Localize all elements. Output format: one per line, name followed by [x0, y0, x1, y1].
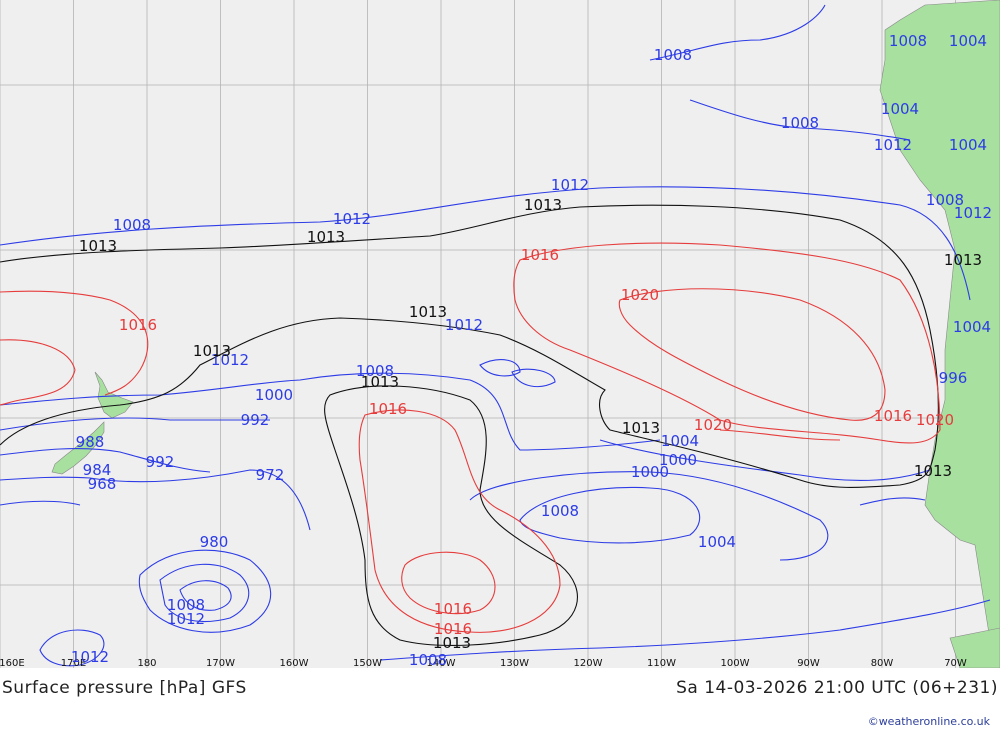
isobar-label-blue: 1004 — [949, 32, 987, 50]
lon-tick-label: 180 — [137, 658, 156, 668]
isobar-label-blue: 1012 — [167, 610, 205, 628]
isobar-label-blue: 988 — [76, 433, 105, 451]
lon-tick-label: 80W — [871, 658, 894, 668]
ocean-background — [0, 0, 1000, 668]
isobar-label-blue: 1004 — [661, 432, 699, 450]
lon-tick-label: 150W — [353, 658, 382, 668]
lon-tick-label: 170W — [206, 658, 235, 668]
isobar-label-black: 1013 — [409, 303, 447, 321]
isobar-label-blue: 968 — [88, 475, 117, 493]
isobar-label-blue: 1008 — [781, 114, 819, 132]
lon-tick-label: 70W — [944, 658, 967, 668]
isobar-label-blue: 1012 — [445, 316, 483, 334]
isobar-label-red: 1016 — [434, 620, 472, 638]
isobar-label-black: 1013 — [307, 228, 345, 246]
isobar-label-blue: 1012 — [954, 204, 992, 222]
pressure-map: 160E 170E 180 170W 160W 150W 140W 130W 120W 110W 1… — [0, 0, 1000, 668]
isobar-label-blue: 1004 — [881, 100, 919, 118]
isobar-label-blue: 1000 — [631, 463, 669, 481]
isobar-label-red: 1016 — [874, 407, 912, 425]
isobar-label-blue: 1012 — [71, 648, 109, 666]
isobar-label-red: 1016 — [119, 316, 157, 334]
isobar-label-blue: 996 — [939, 369, 968, 387]
isobar-label-black: 1013 — [79, 237, 117, 255]
isobar-label-blue: 1012 — [551, 176, 589, 194]
lon-tick-label: 110W — [647, 658, 676, 668]
isobar-label-blue: 980 — [200, 533, 229, 551]
isobar-label-blue: 1012 — [333, 210, 371, 228]
lon-tick-label: 90W — [797, 658, 820, 668]
isobar-label-blue: 1000 — [255, 386, 293, 404]
lon-tick-label: 100W — [721, 658, 750, 668]
map-title: Surface pressure [hPa] GFS — [2, 678, 247, 698]
isobar-label-blue: 1008 — [889, 32, 927, 50]
isobar-label-blue: 1004 — [949, 136, 987, 154]
footer-bar: Surface pressure [hPa] GFS Sa 14-03-2026… — [0, 668, 1000, 733]
isobar-label-blue: 1008 — [541, 502, 579, 520]
lon-tick-label: 130W — [500, 658, 529, 668]
isobar-label-black: 1013 — [914, 462, 952, 480]
lon-tick-label: 160E — [0, 658, 25, 668]
isobar-label-blue: 1008 — [409, 651, 447, 668]
isobar-label-blue: 972 — [256, 466, 285, 484]
lon-tick-label: 160W — [280, 658, 309, 668]
isobar-label-black: 1013 — [361, 373, 399, 391]
isobar-label-blue: 1004 — [953, 318, 991, 336]
valid-time: Sa 14-03-2026 21:00 UTC (06+231) — [676, 678, 998, 698]
isobar-label-black: 1013 — [193, 342, 231, 360]
isobar-label-red: 1020 — [621, 286, 659, 304]
credit-link[interactable]: ©weatheronline.co.uk — [868, 715, 990, 728]
isobar-label-red: 1020 — [694, 416, 732, 434]
isobar-label-blue: 1004 — [698, 533, 736, 551]
isobar-label-red: 1016 — [521, 246, 559, 264]
isobar-label-black: 1013 — [944, 251, 982, 269]
isobar-label-blue: 992 — [146, 453, 175, 471]
isobar-label-blue: 1008 — [113, 216, 151, 234]
isobar-label-black: 1013 — [524, 196, 562, 214]
isobar-label-red: 1020 — [916, 411, 954, 429]
isobar-label-blue: 1008 — [654, 46, 692, 64]
isobar-label-blue: 992 — [241, 411, 270, 429]
isobar-label-red: 1016 — [434, 600, 472, 618]
isobar-label-blue: 1012 — [874, 136, 912, 154]
isobar-label-red: 1016 — [369, 400, 407, 418]
lon-tick-label: 120W — [574, 658, 603, 668]
isobar-label-black: 1013 — [622, 419, 660, 437]
